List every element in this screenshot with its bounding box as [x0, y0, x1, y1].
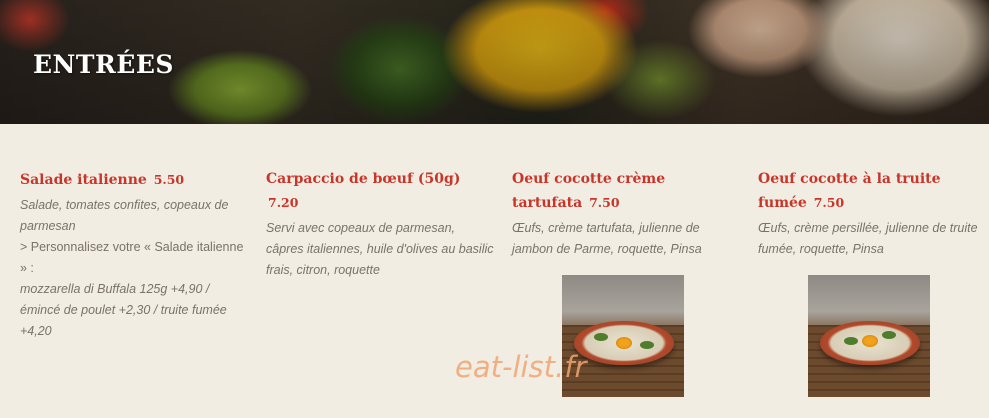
menu-item-salade-italienne: Salade italienne 5.50 Salade, tomates co…: [20, 168, 248, 342]
menu-item-name: Oeuf cocotte à la truite fumée: [758, 171, 941, 211]
menu-item-description: Servi avec copeaux de parmesan, câpres i…: [266, 221, 494, 277]
photo-leaf: [844, 337, 858, 345]
menu-item-oeuf-tartufata: Oeuf cocotte crème tartufata 7.50 Œufs, …: [512, 168, 740, 260]
menu-item-title: Oeuf cocotte crème tartufata 7.50: [512, 168, 740, 215]
menu-item-title: Salade italienne 5.50: [20, 168, 248, 192]
menu-item-price: 5.50: [153, 172, 185, 187]
menu-item-oeuf-truite: Oeuf cocotte à la truite fumée 7.50 Œufs…: [758, 168, 986, 260]
menu-item-price: 7.20: [268, 195, 299, 210]
photo-yolk: [616, 337, 632, 349]
menu-item-description: Œufs, crème tartufata, julienne de jambo…: [512, 221, 702, 256]
menu-item-name: Carpaccio de bœuf (50g): [266, 171, 461, 187]
photo-leaf: [640, 341, 654, 349]
photo-leaf: [882, 331, 896, 339]
menu-item-price: 7.50: [589, 195, 620, 210]
menu-item-title: Carpaccio de bœuf (50g) 7.20: [266, 168, 494, 215]
menu-item-carpaccio: Carpaccio de bœuf (50g) 7.20 Servi avec …: [266, 168, 494, 281]
photo-leaf: [594, 333, 608, 341]
dish-photo-oeuf-truite[interactable]: [808, 275, 930, 397]
section-title: ENTRÉES: [33, 50, 174, 79]
menu-item-title: Oeuf cocotte à la truite fumée 7.50: [758, 168, 986, 215]
hero-banner: ENTRÉES: [0, 0, 989, 124]
menu-item-description: Salade, tomates confites, copeaux de par…: [20, 198, 229, 233]
menu-item-name: Salade italienne: [20, 172, 147, 188]
watermark: eat-list.fr: [455, 350, 587, 384]
menu-item-customize-note: > Personnalisez votre « Salade italienne…: [20, 240, 244, 275]
menu-item-extras: mozzarella di Buffala 125g +4,90 / éminc…: [20, 282, 227, 338]
photo-yolk: [862, 335, 878, 347]
menu-item-price: 7.50: [813, 195, 845, 210]
menu-item-description: Œufs, crème persillée, julienne de truit…: [758, 221, 978, 256]
